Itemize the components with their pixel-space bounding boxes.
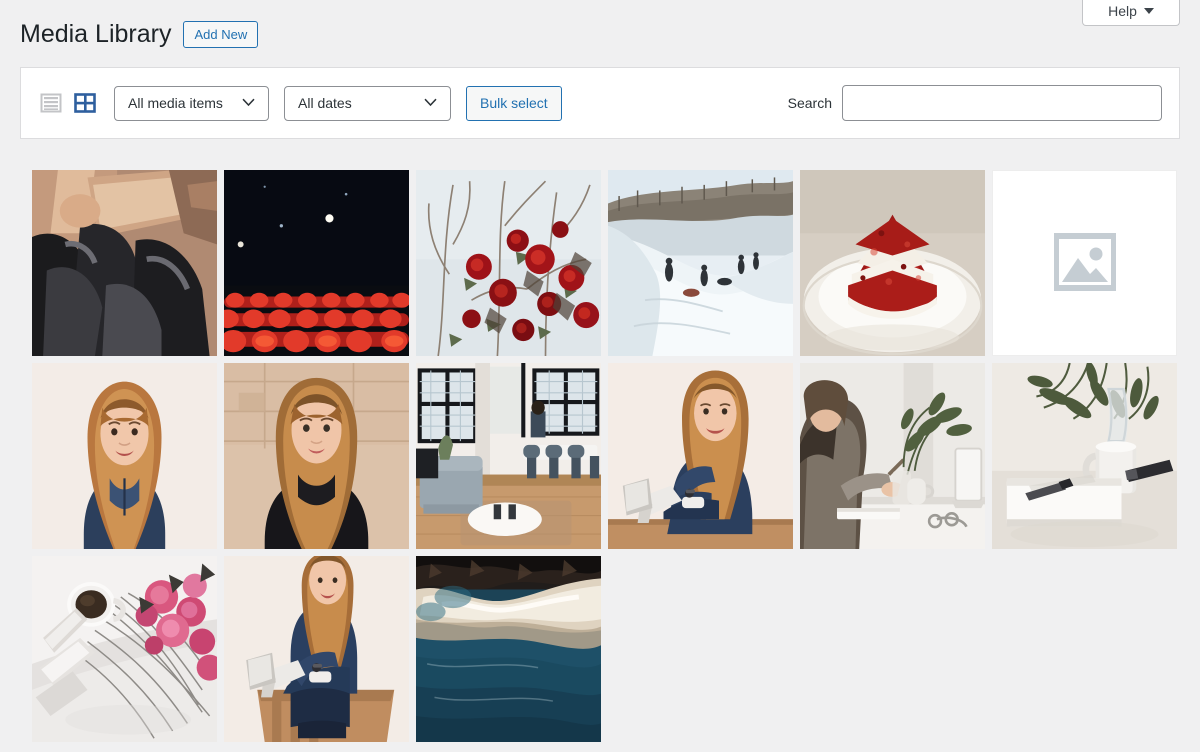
thumbnail-image: [416, 363, 601, 549]
add-new-button[interactable]: Add New: [183, 21, 258, 48]
thumbnail-image: [32, 556, 217, 742]
list-view-icon[interactable]: [38, 90, 64, 116]
thumbnail-image: [416, 170, 601, 356]
media-item-snowy-hill-sledding-winter[interactable]: [608, 170, 793, 356]
search-area: Search: [788, 85, 1162, 121]
date-filter[interactable]: All dates: [284, 86, 451, 121]
media-item-red-roses-bare-branches-sky[interactable]: [416, 170, 601, 356]
media-item-woman-sitting-on-bench-laptop[interactable]: [224, 556, 409, 742]
thumbnail-image: [32, 170, 217, 356]
help-tab[interactable]: Help: [1082, 0, 1180, 26]
media-item-person-reading-book-sunlight[interactable]: [32, 170, 217, 356]
thumbnail-image: [992, 363, 1177, 549]
thumbnail-image: [608, 363, 793, 549]
search-label: Search: [788, 95, 832, 111]
media-item-flatlay-pink-flowers-coffee[interactable]: [32, 556, 217, 742]
thumbnail-image: [224, 363, 409, 549]
media-item-aerial-ocean-waves-shoreline[interactable]: [416, 556, 601, 742]
media-item-loft-office-interior-windows[interactable]: [416, 363, 601, 549]
media-item-missing-image-placeholder[interactable]: [992, 170, 1177, 356]
media-item-dark-cinema-red-seats[interactable]: [224, 170, 409, 356]
thumbnail-image: [800, 170, 985, 356]
media-toolbar: All media items All dates Bulk select Se…: [20, 67, 1180, 139]
media-item-woman-seated-with-laptop[interactable]: [608, 363, 793, 549]
media-type-filter[interactable]: All media items: [114, 86, 269, 121]
media-item-red-velvet-cake-slice-plate[interactable]: [800, 170, 985, 356]
thumbnail-image: [32, 363, 217, 549]
chevron-down-icon: [414, 97, 437, 109]
media-grid: [32, 170, 1185, 742]
chevron-down-icon: [232, 97, 255, 109]
chevron-down-icon: [1144, 8, 1154, 14]
page-header: Media Library Add New: [20, 18, 258, 51]
thumbnail-image: [416, 556, 601, 742]
thumbnail-image: [224, 556, 409, 742]
media-item-woman-portrait-smiling-navy-top[interactable]: [32, 363, 217, 549]
thumbnail-image: [224, 170, 409, 356]
thumbnail-image: [608, 170, 793, 356]
help-tab-label: Help: [1108, 4, 1137, 18]
media-item-woman-writing-at-desk-plant[interactable]: [800, 363, 985, 549]
bulk-select-button[interactable]: Bulk select: [466, 86, 562, 121]
search-input[interactable]: [842, 85, 1162, 121]
thumbnail-image: [800, 363, 985, 549]
page-title: Media Library: [20, 18, 171, 51]
date-filter-value: All dates: [298, 96, 352, 110]
media-item-woman-portrait-black-top[interactable]: [224, 363, 409, 549]
media-type-filter-value: All media items: [128, 96, 223, 110]
broken-image-icon: [1054, 232, 1116, 294]
view-mode-switch: [38, 90, 98, 116]
media-item-desk-flatlay-mug-notebook-plant[interactable]: [992, 363, 1177, 549]
grid-view-icon[interactable]: [72, 90, 98, 116]
